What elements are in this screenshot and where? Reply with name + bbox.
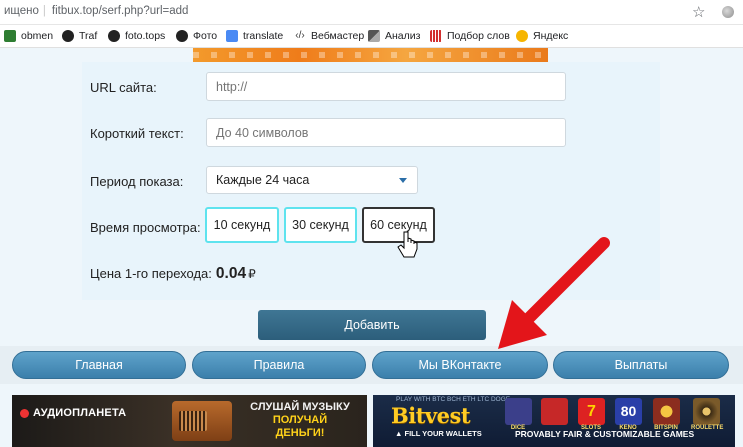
bookmarks-bar: obmen Traf foto.tops Фото translate ‹/› В… <box>0 25 743 48</box>
period-value: Каждые 24 часа <box>216 173 310 187</box>
game-label-keno: KENO <box>619 425 637 431</box>
extension-icon[interactable] <box>722 6 734 18</box>
view-time-label: Время просмотра: <box>90 220 201 235</box>
github-icon <box>108 30 120 42</box>
yandex-icon <box>516 30 528 42</box>
keno-icon: 80 <box>615 398 642 425</box>
nav-payouts[interactable]: Выплаты <box>553 351 729 379</box>
bookmark-star-icon[interactable]: ☆ <box>692 3 705 21</box>
period-label: Период показа: <box>90 174 184 189</box>
view-time-10-button[interactable]: 10 секунд <box>205 207 279 243</box>
bitvest-logo: Bitvest <box>391 403 471 428</box>
submit-button[interactable]: Добавить <box>258 310 486 340</box>
game-label-slots: SLOTS <box>580 425 601 431</box>
short-text-label: Короткий текст: <box>90 126 184 141</box>
bookmark-app-icon <box>4 30 16 42</box>
address-bar[interactable]: ищено | fitbux.top/serf.php?url=add ☆ <box>0 0 743 25</box>
slots-dice-icon <box>541 398 568 425</box>
bookmark-foto[interactable]: Фото <box>176 29 217 43</box>
bookmark-yandex[interactable]: Яндекс <box>516 29 568 43</box>
bookmark-webmaster[interactable]: ‹/› Вебмастер <box>294 29 364 43</box>
game-label-dice: DICE <box>510 425 526 431</box>
nav-vkontakte[interactable]: Мы ВКонтакте <box>372 351 548 379</box>
url-text[interactable]: fitbux.top/serf.php?url=add <box>52 5 189 17</box>
bitspin-icon <box>653 398 680 425</box>
nav-home[interactable]: Главная <box>12 351 186 379</box>
security-text: ищено <box>4 5 39 17</box>
bookmark-analysis[interactable]: Анализ <box>368 29 420 43</box>
bookmark-traf[interactable]: Traf <box>62 29 97 43</box>
audioplaneta-logo: АУДИОПЛАНЕТА <box>20 407 126 419</box>
audioplaneta-slogan: СЛУШАЙ МУЗЫКУ ПОЛУЧАЙ ДЕНЬГИ! <box>250 401 350 439</box>
url-label: URL сайта: <box>90 80 157 95</box>
bookmark-podbor-slov[interactable]: Подбор слов <box>430 29 510 43</box>
github-icon <box>176 30 188 42</box>
bar-chart-icon <box>430 30 442 42</box>
game-label-bitspin: BITSPIN <box>654 425 678 431</box>
address-text[interactable]: ищено | fitbux.top/serf.php?url=add <box>4 5 188 17</box>
dice-game-icon <box>505 398 532 425</box>
short-text-input[interactable] <box>206 118 566 147</box>
analysis-icon <box>368 30 380 42</box>
bitvest-ad[interactable]: PLAY WITH BTC BCH ETH LTC DOGE Bitvest ▲… <box>373 395 735 447</box>
price-row: Цена 1-го перехода: 0.04 ₽ <box>90 265 256 283</box>
code-icon: ‹/› <box>295 30 305 41</box>
audioplaneta-ad[interactable]: АУДИОПЛАНЕТА СЛУШАЙ МУЗЫКУ ПОЛУЧАЙ ДЕНЬГ… <box>12 395 367 447</box>
price-currency: ₽ <box>248 267 256 281</box>
bookmark-obmen[interactable]: obmen <box>4 29 53 43</box>
price-value: 0.04 <box>215 265 247 282</box>
period-select[interactable]: Каждые 24 часа <box>206 166 418 194</box>
view-time-30-button[interactable]: 30 секунд <box>284 207 357 243</box>
bitvest-tagline: ▲ FILL YOUR WALLETS <box>395 429 482 438</box>
nav-rules[interactable]: Правила <box>192 351 366 379</box>
bookmark-foto-tops[interactable]: foto.tops <box>108 29 165 43</box>
slots-seven-icon: 7 <box>578 398 605 425</box>
price-label: Цена 1-го перехода: <box>90 266 212 281</box>
bitvest-coins: PLAY WITH BTC BCH ETH LTC DOGE <box>396 396 511 403</box>
url-input[interactable] <box>206 72 566 101</box>
view-time-60-button[interactable]: 60 секунд <box>362 207 435 243</box>
play-icon <box>20 408 29 418</box>
roulette-icon <box>693 398 720 425</box>
github-icon <box>62 30 74 42</box>
radio-icon <box>172 401 232 441</box>
game-label-roulette: ROULETTE <box>691 425 724 431</box>
bookmark-translate[interactable]: translate <box>226 29 283 43</box>
chevron-down-icon <box>399 178 407 183</box>
top-banner[interactable] <box>193 48 548 62</box>
translate-icon <box>226 30 238 42</box>
